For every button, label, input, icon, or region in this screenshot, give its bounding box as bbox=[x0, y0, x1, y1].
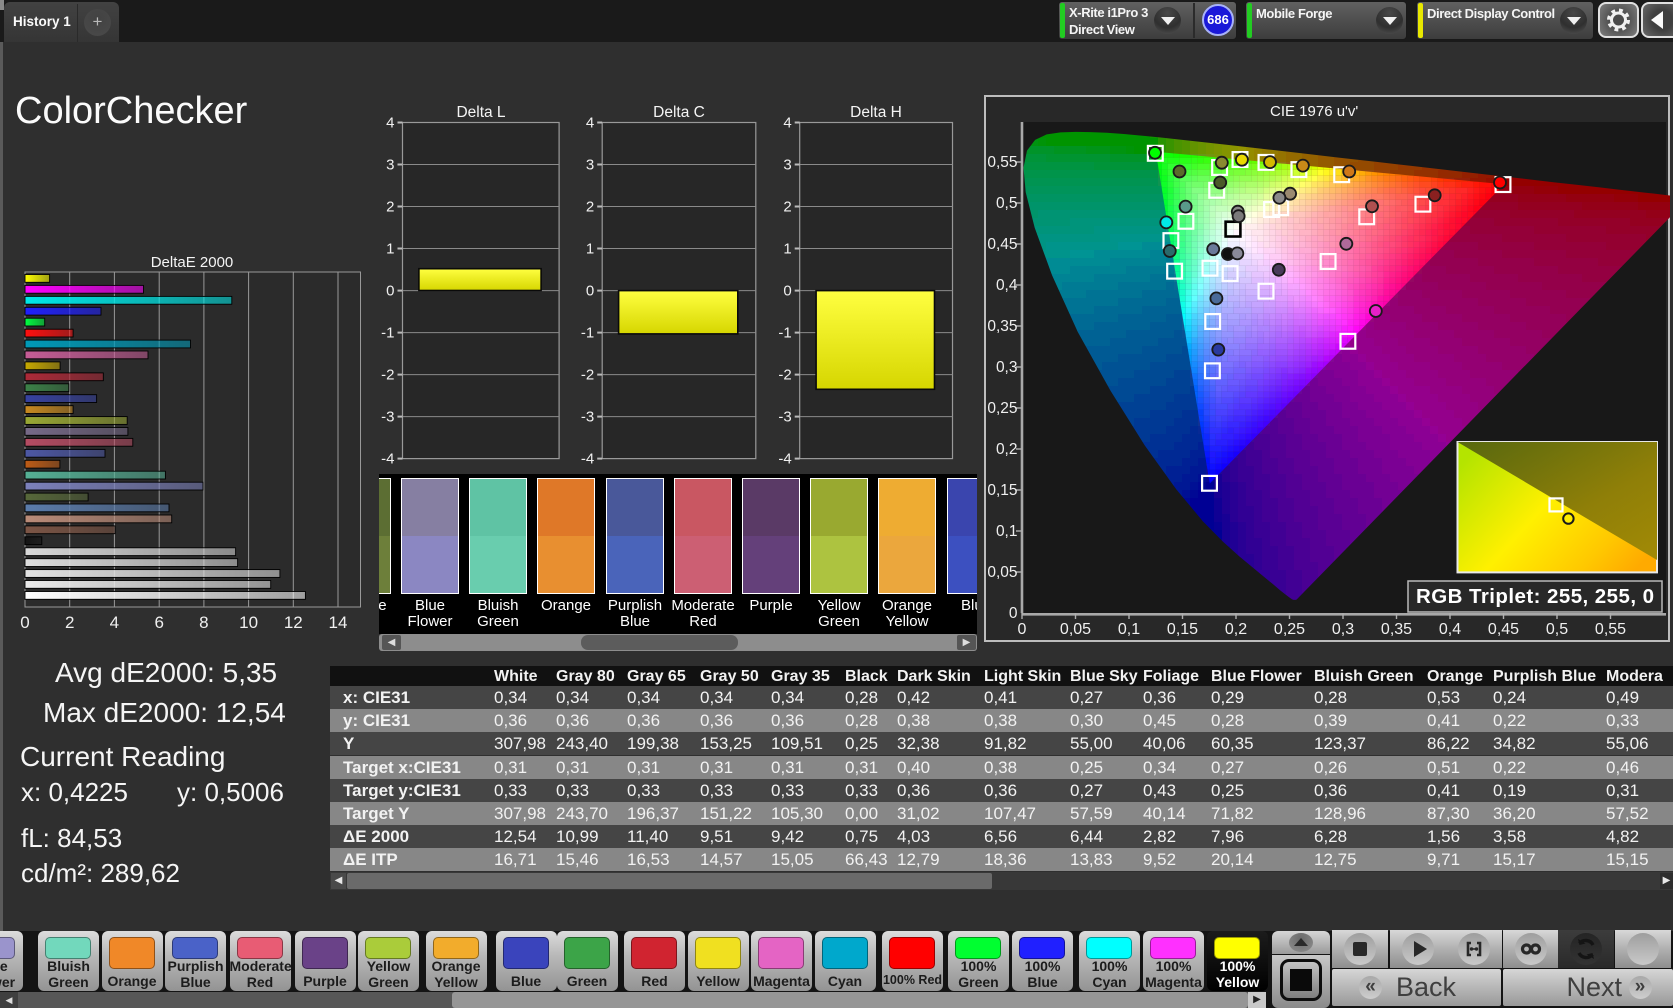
svg-text:0: 0 bbox=[1018, 621, 1027, 638]
svg-text:0: 0 bbox=[386, 283, 394, 300]
svg-text:1: 1 bbox=[386, 241, 394, 258]
svg-text:0,25: 0,25 bbox=[1274, 621, 1305, 638]
svg-text:0,35: 0,35 bbox=[1381, 621, 1412, 638]
svg-text:-2: -2 bbox=[581, 367, 594, 384]
svg-text:0,3: 0,3 bbox=[996, 359, 1018, 376]
svg-text:0: 0 bbox=[1009, 605, 1018, 622]
svg-text:4: 4 bbox=[110, 613, 119, 632]
svg-text:0,55: 0,55 bbox=[987, 154, 1017, 171]
svg-text:-3: -3 bbox=[581, 409, 594, 426]
svg-text:0,4: 0,4 bbox=[996, 277, 1018, 294]
svg-text:0,1: 0,1 bbox=[1118, 621, 1140, 638]
svg-text:0,2: 0,2 bbox=[996, 441, 1018, 458]
svg-text:0,55: 0,55 bbox=[1595, 621, 1626, 638]
svg-text:0,45: 0,45 bbox=[987, 236, 1017, 253]
svg-text:-4: -4 bbox=[778, 451, 791, 468]
svg-text:3: 3 bbox=[386, 157, 394, 174]
svg-text:0: 0 bbox=[783, 283, 791, 300]
svg-text:-3: -3 bbox=[778, 409, 791, 426]
svg-text:0,15: 0,15 bbox=[1167, 621, 1198, 638]
svg-text:-4: -4 bbox=[581, 451, 594, 468]
svg-text:0: 0 bbox=[20, 613, 29, 632]
svg-text:-3: -3 bbox=[381, 409, 394, 426]
svg-text:12: 12 bbox=[284, 613, 303, 632]
svg-text:0,2: 0,2 bbox=[1225, 621, 1247, 638]
svg-text:4: 4 bbox=[783, 115, 791, 132]
svg-text:-2: -2 bbox=[778, 367, 791, 384]
svg-text:2: 2 bbox=[65, 613, 74, 632]
svg-text:3: 3 bbox=[783, 157, 791, 174]
svg-text:0,45: 0,45 bbox=[1488, 621, 1519, 638]
svg-text:0,5: 0,5 bbox=[996, 195, 1018, 212]
svg-text:-1: -1 bbox=[581, 325, 594, 342]
svg-text:4: 4 bbox=[386, 115, 394, 132]
svg-text:-1: -1 bbox=[778, 325, 791, 342]
svg-text:DeltaE 2000: DeltaE 2000 bbox=[151, 254, 234, 271]
svg-text:0,3: 0,3 bbox=[1332, 621, 1354, 638]
svg-text:-4: -4 bbox=[381, 451, 394, 468]
svg-text:2: 2 bbox=[586, 199, 594, 216]
svg-text:8: 8 bbox=[199, 613, 208, 632]
svg-text:Delta H: Delta H bbox=[850, 104, 902, 121]
svg-text:4: 4 bbox=[586, 115, 594, 132]
svg-text:1: 1 bbox=[586, 241, 594, 258]
svg-text:3: 3 bbox=[586, 157, 594, 174]
svg-text:0,1: 0,1 bbox=[996, 523, 1018, 540]
svg-text:0,4: 0,4 bbox=[1439, 621, 1461, 638]
svg-text:0: 0 bbox=[586, 283, 594, 300]
svg-text:0,15: 0,15 bbox=[987, 482, 1017, 499]
svg-text:14: 14 bbox=[329, 613, 348, 632]
svg-text:-1: -1 bbox=[381, 325, 394, 342]
svg-text:0,25: 0,25 bbox=[987, 400, 1017, 417]
svg-text:2: 2 bbox=[783, 199, 791, 216]
svg-text:RGB Triplet: 255, 255, 0: RGB Triplet: 255, 255, 0 bbox=[1416, 585, 1654, 608]
svg-text:10: 10 bbox=[239, 613, 258, 632]
svg-text:6: 6 bbox=[154, 613, 163, 632]
svg-text:2: 2 bbox=[386, 199, 394, 216]
svg-text:Delta L: Delta L bbox=[456, 104, 505, 121]
svg-text:0,35: 0,35 bbox=[987, 318, 1017, 335]
svg-text:0,05: 0,05 bbox=[987, 564, 1017, 581]
svg-text:0,5: 0,5 bbox=[1546, 621, 1568, 638]
svg-text:-2: -2 bbox=[381, 367, 394, 384]
svg-text:0,05: 0,05 bbox=[1060, 621, 1091, 638]
svg-text:Delta C: Delta C bbox=[653, 104, 705, 121]
svg-text:1: 1 bbox=[783, 241, 791, 258]
